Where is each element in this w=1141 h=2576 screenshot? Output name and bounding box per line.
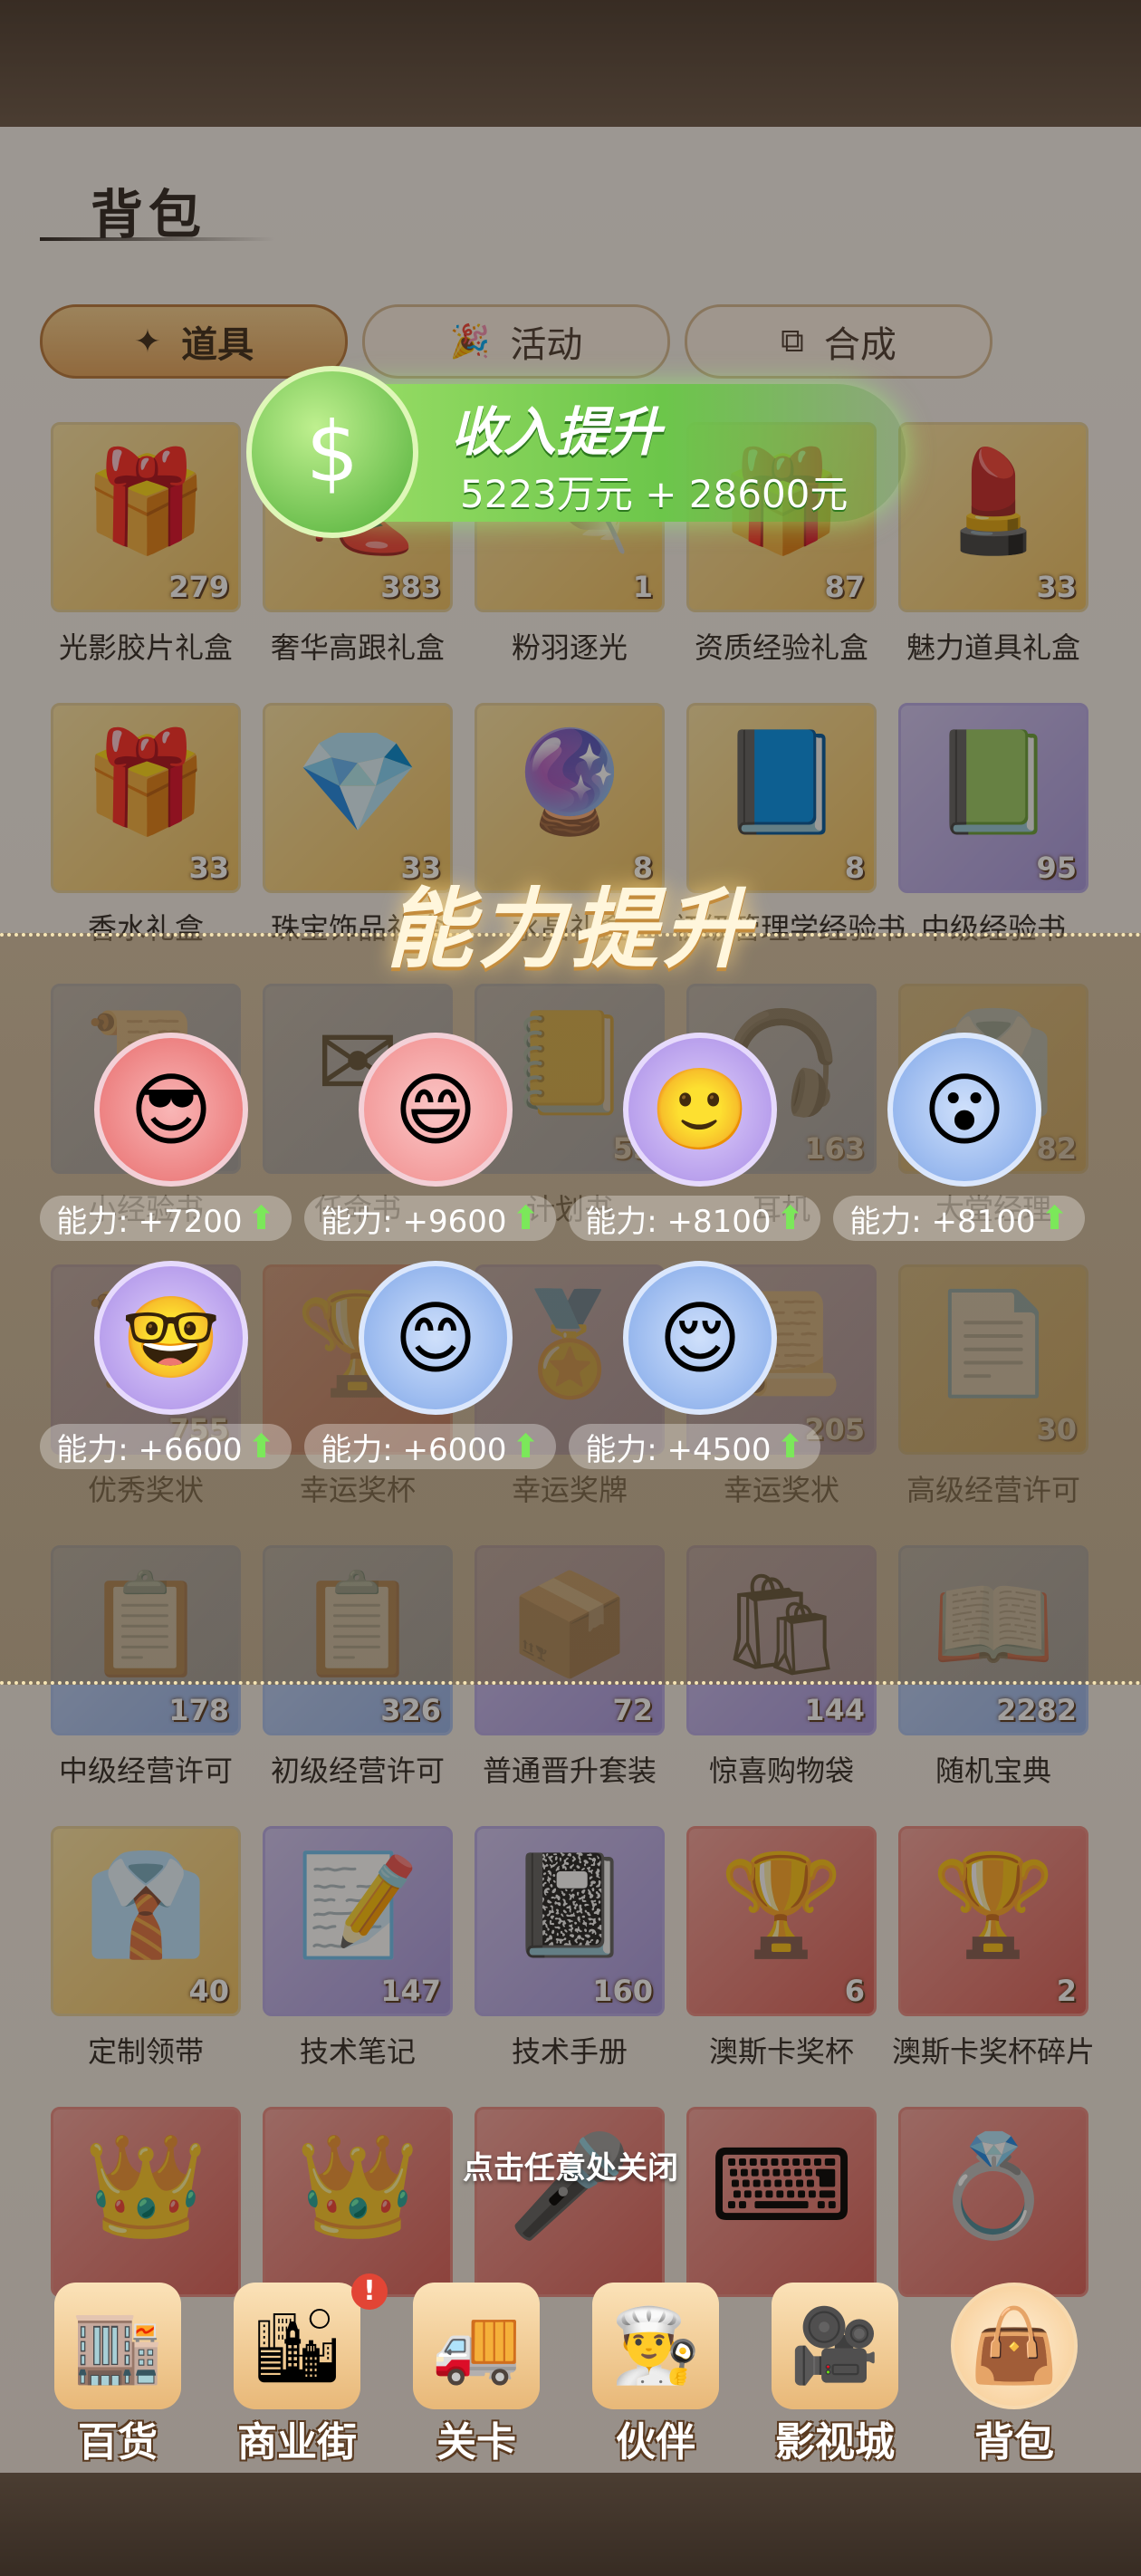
ability-increase-label: 能力: +8100 ⬆ <box>833 1196 1085 1241</box>
bottom-nav: 🏬 百货 🏙! 商业街 🚚 关卡 👨‍🍳 伙伴 🎥 影视城 👜 背包 <box>36 2273 1105 2473</box>
up-arrow-icon: ⬆ <box>512 1427 540 1466</box>
banner-bottom-line <box>0 1681 1141 1685</box>
delivery-truck-icon: 🚚 <box>413 2283 540 2409</box>
nav-delivery-truck[interactable]: 🚚 关卡 <box>395 2273 558 2473</box>
ability-headline: 能力提升 <box>386 879 755 980</box>
backpack-icon: 👜 <box>951 2283 1078 2409</box>
nav-label: 关卡 <box>436 2419 516 2465</box>
character-ability-card: 🙂 能力: +8100 ⬆ <box>569 1033 840 1241</box>
up-arrow-icon: ⬆ <box>247 1427 275 1466</box>
ability-value: 能力: +8100 <box>585 1203 772 1240</box>
nav-backpack[interactable]: 👜 背包 <box>933 2273 1096 2473</box>
income-title: 收入提升 <box>451 401 662 463</box>
up-arrow-icon: ⬆ <box>512 1199 540 1237</box>
up-arrow-icon: ⬆ <box>247 1199 275 1237</box>
maid-woman-avatar-icon: 😮 <box>887 1033 1041 1187</box>
business-street-icon: 🏙 <box>234 2283 360 2409</box>
department-store-icon: 🏬 <box>54 2283 181 2409</box>
ability-increase-label: 能力: +8100 ⬆ <box>569 1196 820 1241</box>
character-ability-card: 😄 能力: +9600 ⬆ <box>304 1033 576 1241</box>
nav-label: 百货 <box>78 2419 158 2465</box>
cap-girl-avatar-icon: 😊 <box>359 1261 513 1415</box>
up-arrow-icon: ⬆ <box>776 1427 804 1466</box>
character-ability-card: 😮 能力: +8100 ⬆ <box>833 1033 1105 1241</box>
piggy-bank-icon: $ <box>246 366 418 538</box>
nav-chef-partner[interactable]: 👨‍🍳 伙伴 <box>574 2273 737 2473</box>
ability-value: 能力: +7200 <box>56 1203 243 1240</box>
ability-increase-label: 能力: +7200 ⬆ <box>40 1196 292 1241</box>
ability-value: 能力: +6000 <box>321 1431 507 1468</box>
ability-value: 能力: +4500 <box>585 1431 772 1468</box>
close-hint: 点击任意处关闭 <box>463 2150 678 2187</box>
character-ability-card: 😎 能力: +7200 ⬆ <box>40 1033 312 1241</box>
income-increase-popup: $ 收入提升 5223万元 + 28600元 <box>246 366 906 547</box>
up-arrow-icon: ⬆ <box>1040 1199 1069 1237</box>
ability-value: 能力: +8100 <box>849 1203 1036 1240</box>
notification-badge: ! <box>351 2273 388 2310</box>
headband-woman-avatar-icon: 😌 <box>623 1261 777 1415</box>
chef-partner-icon: 👨‍🍳 <box>592 2283 719 2409</box>
ability-increase-label: 能力: +6600 ⬆ <box>40 1424 292 1469</box>
smiling-woman-avatar-icon: 😄 <box>359 1033 513 1187</box>
ability-value: 能力: +6600 <box>56 1431 243 1468</box>
ability-increase-label: 能力: +9600 ⬆ <box>304 1196 556 1241</box>
sunglasses-man-avatar-icon: 😎 <box>94 1033 248 1187</box>
nav-department-store[interactable]: 🏬 百货 <box>36 2273 199 2473</box>
ability-value: 能力: +9600 <box>321 1203 507 1240</box>
nav-label: 伙伴 <box>616 2419 695 2465</box>
character-ability-card: 😌 能力: +4500 ⬆ <box>569 1261 840 1469</box>
nav-business-street[interactable]: 🏙! 商业街 <box>216 2273 388 2473</box>
nav-label: 背包 <box>974 2419 1054 2465</box>
nav-label: 商业街 <box>237 2419 357 2465</box>
character-ability-card: 🤓 能力: +6600 ⬆ <box>40 1261 312 1469</box>
up-arrow-icon: ⬆ <box>776 1199 804 1237</box>
nav-film-camera[interactable]: 🎥 影视城 <box>753 2273 916 2473</box>
income-value: 5223万元 + 28600元 <box>460 472 849 516</box>
character-ability-card: 😊 能力: +6000 ⬆ <box>304 1261 576 1469</box>
nav-label: 影视城 <box>775 2419 895 2465</box>
ability-increase-label: 能力: +6000 ⬆ <box>304 1424 556 1469</box>
glasses-man-avatar-icon: 🤓 <box>94 1261 248 1415</box>
film-camera-icon: 🎥 <box>772 2283 898 2409</box>
ability-increase-label: 能力: +4500 ⬆ <box>569 1424 820 1469</box>
profile-woman-avatar-icon: 🙂 <box>623 1033 777 1187</box>
